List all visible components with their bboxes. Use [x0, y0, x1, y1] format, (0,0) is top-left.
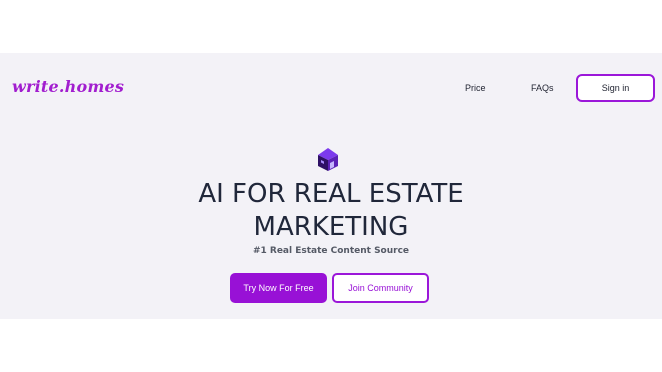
signin-button[interactable]: Sign in: [576, 74, 655, 102]
join-community-button[interactable]: Join Community: [332, 273, 429, 303]
hero-title-line2: MARKETING: [253, 212, 409, 242]
hero-title-line1: AI FOR REAL ESTATE: [198, 179, 464, 209]
nav-link-price[interactable]: Price: [465, 83, 486, 93]
hero-subtitle: #1 Real Estate Content Source: [252, 246, 410, 256]
brand-logo[interactable]: write.homes: [12, 77, 124, 96]
try-now-button[interactable]: Try Now For Free: [230, 273, 327, 303]
hero-title: AI FOR REAL ESTATE MARKETING: [131, 178, 531, 244]
nav-link-faqs[interactable]: FAQs: [531, 83, 554, 93]
house-icon: [315, 146, 341, 172]
